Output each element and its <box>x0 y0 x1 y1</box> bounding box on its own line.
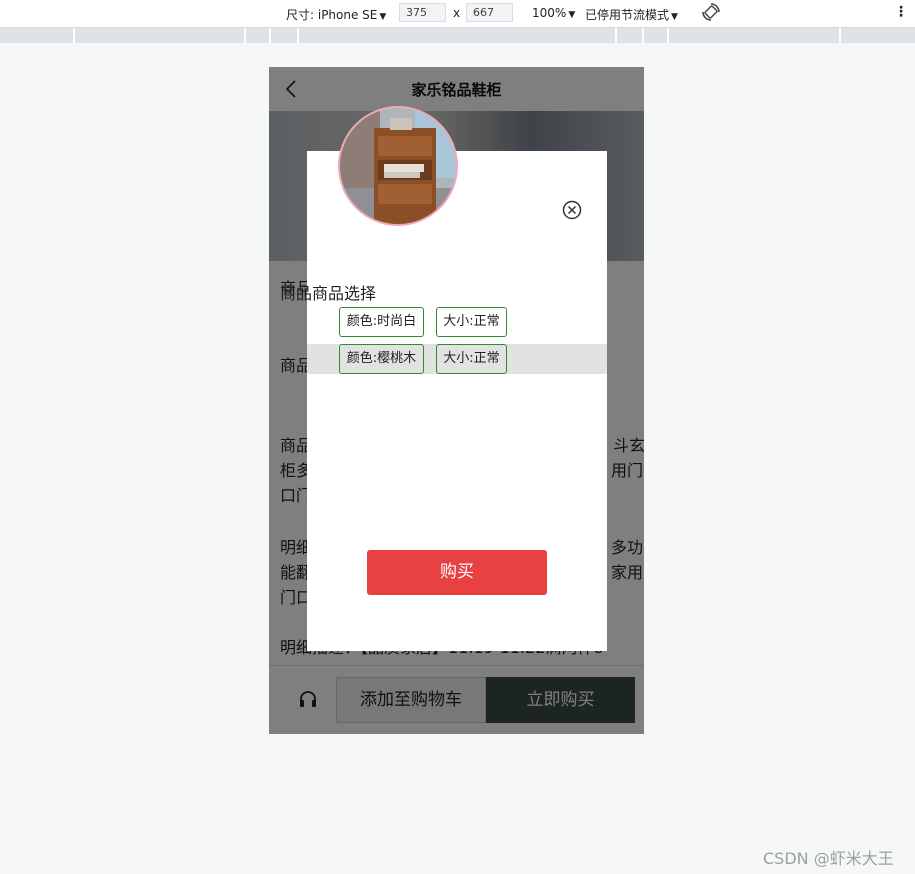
dimension-separator: x <box>453 6 461 20</box>
phone-viewport: 家乐铭品鞋柜 商品商品选择 商品 商品 柜多 口门 明细 能翻 门口 明细描述：… <box>269 67 644 734</box>
ruler-tick <box>269 28 271 43</box>
ruler-tick <box>615 28 617 43</box>
zoom-label: 100% <box>532 6 567 20</box>
color-option-white[interactable]: 颜色:时尚白 <box>339 307 424 337</box>
color-option-cherry[interactable]: 颜色:樱桃木 <box>339 344 424 374</box>
ruler-tick <box>244 28 246 43</box>
rotate-icon[interactable] <box>701 2 721 22</box>
devtools-toolbar: 尺寸: iPhone SE ▼ 375 x 667 100% ▼ 已停用节流模式 ▼ … <box>0 0 915 28</box>
watermark: CSDN @虾米大王 <box>763 849 894 868</box>
close-icon[interactable] <box>561 199 583 221</box>
media-query-ruler <box>0 28 915 43</box>
purchase-button[interactable]: 购买 <box>367 550 547 595</box>
ruler-tick <box>839 28 841 43</box>
throttle-label: 已停用节流模式 <box>585 8 670 22</box>
ruler-tick <box>642 28 644 43</box>
option-row-selected: 颜色:樱桃木 大小:正常 <box>307 344 607 374</box>
zoom-caret-icon: ▼ <box>568 10 576 20</box>
throttle-select[interactable]: 已停用节流模式 ▼ <box>585 6 678 23</box>
size-option[interactable]: 大小:正常 <box>436 344 507 374</box>
throttle-caret-icon: ▼ <box>671 12 678 22</box>
height-input[interactable]: 667 <box>466 3 513 22</box>
device-caret-icon: ▼ <box>379 12 387 22</box>
ruler-tick <box>297 28 299 43</box>
width-input[interactable]: 375 <box>399 3 446 22</box>
zoom-select[interactable]: 100% ▼ <box>532 6 575 20</box>
size-option[interactable]: 大小:正常 <box>436 307 507 337</box>
shoe-cabinet-image <box>340 108 456 224</box>
sku-selection-popup: 商品商品选择 颜色:时尚白 大小:正常 颜色:樱桃木 大小:正常 购买 <box>280 106 607 651</box>
device-select[interactable]: 尺寸: iPhone SE ▼ <box>286 6 386 23</box>
option-row: 颜色:时尚白 大小:正常 <box>307 307 607 337</box>
device-label: 尺寸: iPhone SE <box>286 8 378 22</box>
ruler-tick <box>667 28 669 43</box>
ruler-tick <box>73 28 75 43</box>
product-thumbnail <box>338 106 458 226</box>
selection-title: 商品商品选择 <box>280 284 377 303</box>
more-options-icon[interactable]: ⋮ <box>894 5 908 19</box>
